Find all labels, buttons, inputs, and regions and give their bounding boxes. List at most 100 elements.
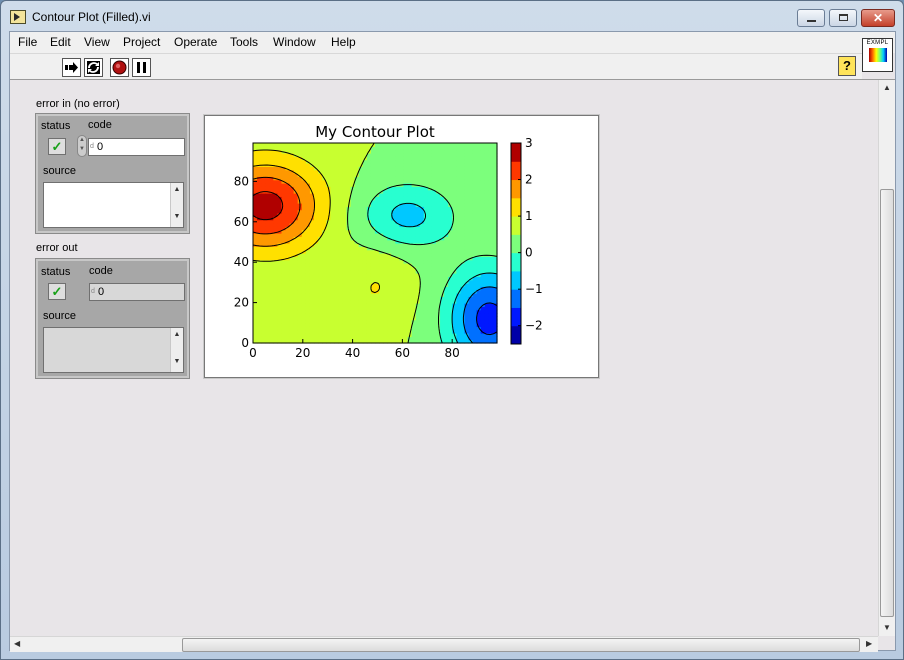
error-in-code-value: 0 — [97, 141, 104, 153]
abort-stop-icon[interactable] — [110, 58, 129, 77]
contour-cell — [472, 143, 478, 147]
colorbar-band — [511, 270, 521, 290]
vi-icon-label: EXMPL — [866, 40, 889, 46]
error-in-status-checkmark-icon[interactable]: ✓ — [48, 138, 66, 155]
context-help-button[interactable]: ? — [838, 56, 856, 76]
contour-cell — [309, 143, 315, 147]
colorbar-band — [511, 252, 521, 272]
contour-cell — [375, 143, 380, 147]
run-arrow-icon[interactable] — [62, 58, 81, 77]
error-in-code-field[interactable]: d0 — [88, 138, 185, 156]
contour-plot-frame: My Contour Plot 0 20 40 60 80 0 20 40 60 80 3 2 1 0… — [203, 114, 600, 379]
vertical-scrollbar[interactable]: ▲ ▼ — [878, 80, 895, 636]
menu-tools[interactable]: Tools — [230, 35, 258, 49]
vertical-scroll-thumb[interactable] — [880, 189, 894, 617]
contour-cell — [305, 143, 311, 147]
maximize-button[interactable] — [829, 9, 857, 27]
contour-cell — [411, 143, 417, 147]
contour-cell — [293, 143, 299, 147]
y-tick-label: 20 — [234, 296, 249, 310]
run-continuously-icon[interactable] — [84, 58, 103, 77]
error-in-cluster: status code ✓ ▲ ▼ d0 source ▲ ▼ — [35, 113, 190, 234]
error-in-source-scrollbar[interactable]: ▲ ▼ — [170, 183, 183, 227]
contour-plot: My Contour Plot 0 20 40 60 80 0 20 40 60 80 3 2 1 0… — [234, 123, 543, 360]
contour-cell — [395, 143, 400, 147]
contour-cell — [468, 143, 474, 147]
menu-window[interactable]: Window — [273, 35, 316, 49]
contour-cell — [326, 143, 331, 147]
colorbar-band — [511, 307, 521, 327]
horizontal-scrollbar[interactable]: ◀ ▶ — [10, 636, 878, 652]
colorbar-band — [511, 161, 521, 181]
contour-cell — [444, 143, 449, 147]
contour-cell — [265, 143, 270, 147]
contour-cell — [277, 143, 283, 147]
x-tick-label: 40 — [345, 346, 360, 360]
contour-cell — [407, 143, 413, 147]
vi-window: Contour Plot (Filled).vi File Edit View … — [0, 0, 904, 660]
error-in-source-field[interactable]: ▲ ▼ — [43, 182, 184, 228]
labview-app-icon — [10, 10, 26, 24]
colorbar-band — [511, 216, 521, 235]
menu-view[interactable]: View — [84, 35, 110, 49]
contour-cell — [427, 143, 433, 147]
vi-icon-graphic — [868, 48, 887, 62]
error-out-source-label: source — [43, 310, 77, 322]
horizontal-scroll-thumb[interactable] — [182, 638, 860, 652]
contour-cell — [431, 143, 437, 147]
error-out-source-scrollbar[interactable]: ▲ ▼ — [170, 328, 183, 372]
front-panel: error in (no error) status code ✓ ▲ ▼ d0 … — [10, 80, 876, 636]
error-in-label: error in (no error) — [36, 98, 120, 110]
colorbar-tick-label: −2 — [525, 319, 543, 333]
contour-cell — [440, 143, 445, 147]
scroll-right-arrow-icon[interactable]: ▶ — [866, 639, 872, 648]
colorbar-band — [511, 325, 521, 345]
scroll-left-arrow-icon[interactable]: ◀ — [14, 639, 20, 648]
colorbar-band — [511, 143, 521, 162]
contour-cell — [362, 143, 368, 147]
window-title: Contour Plot (Filled).vi — [32, 10, 151, 24]
menu-edit[interactable]: Edit — [50, 35, 71, 49]
error-out-source-field: ▲ ▼ — [43, 327, 184, 373]
menu-project[interactable]: Project — [123, 35, 160, 49]
contour-cell — [338, 143, 344, 147]
error-in-code-label: code — [88, 119, 112, 131]
contour-cell — [484, 143, 490, 147]
contour-cell — [269, 143, 274, 147]
colorbar-band — [511, 234, 521, 254]
close-button[interactable] — [861, 9, 895, 27]
toolbar — [10, 53, 862, 80]
y-tick-label: 0 — [241, 336, 249, 350]
colorbar-tick-label: 0 — [525, 246, 533, 260]
contour-cell — [387, 143, 392, 147]
contour-cell — [415, 143, 421, 147]
colorbar-tick-label: 2 — [525, 173, 533, 187]
menu-operate[interactable]: Operate — [174, 35, 217, 49]
contour-cell — [253, 143, 258, 147]
scroll-up-arrow-icon[interactable]: ▲ — [883, 83, 891, 92]
error-out-status-checkmark-icon: ✓ — [48, 283, 66, 300]
contour-cell — [281, 143, 287, 147]
contour-cell — [456, 143, 461, 147]
error-in-code-increment-icon[interactable]: ▲ ▼ — [77, 135, 87, 157]
plot-title: My Contour Plot — [315, 123, 435, 141]
minimize-button[interactable] — [797, 9, 825, 27]
colorbar-band — [511, 179, 521, 199]
error-out-status-label: status — [41, 266, 71, 278]
contour-cell — [488, 143, 494, 147]
scroll-down-arrow-icon[interactable]: ▼ — [883, 623, 891, 632]
contour-cell — [419, 143, 425, 147]
colorbar-band — [511, 197, 521, 217]
contour-cell — [354, 143, 360, 147]
error-out-code-field: d0 — [89, 283, 185, 301]
title-bar[interactable]: Contour Plot (Filled).vi — [1, 1, 903, 31]
menu-bar: File Edit View Project Operate Tools Win… — [10, 32, 895, 53]
pause-icon[interactable] — [132, 58, 151, 77]
menu-file[interactable]: File — [18, 35, 37, 49]
error-out-cluster: status code ✓ d0 source ▲ ▼ — [35, 258, 190, 379]
contour-cell — [476, 143, 482, 147]
menu-help[interactable]: Help — [331, 35, 356, 49]
contour-cell — [261, 143, 266, 147]
x-tick-label: 20 — [295, 346, 310, 360]
colorbar-tick-label: −1 — [525, 282, 543, 296]
